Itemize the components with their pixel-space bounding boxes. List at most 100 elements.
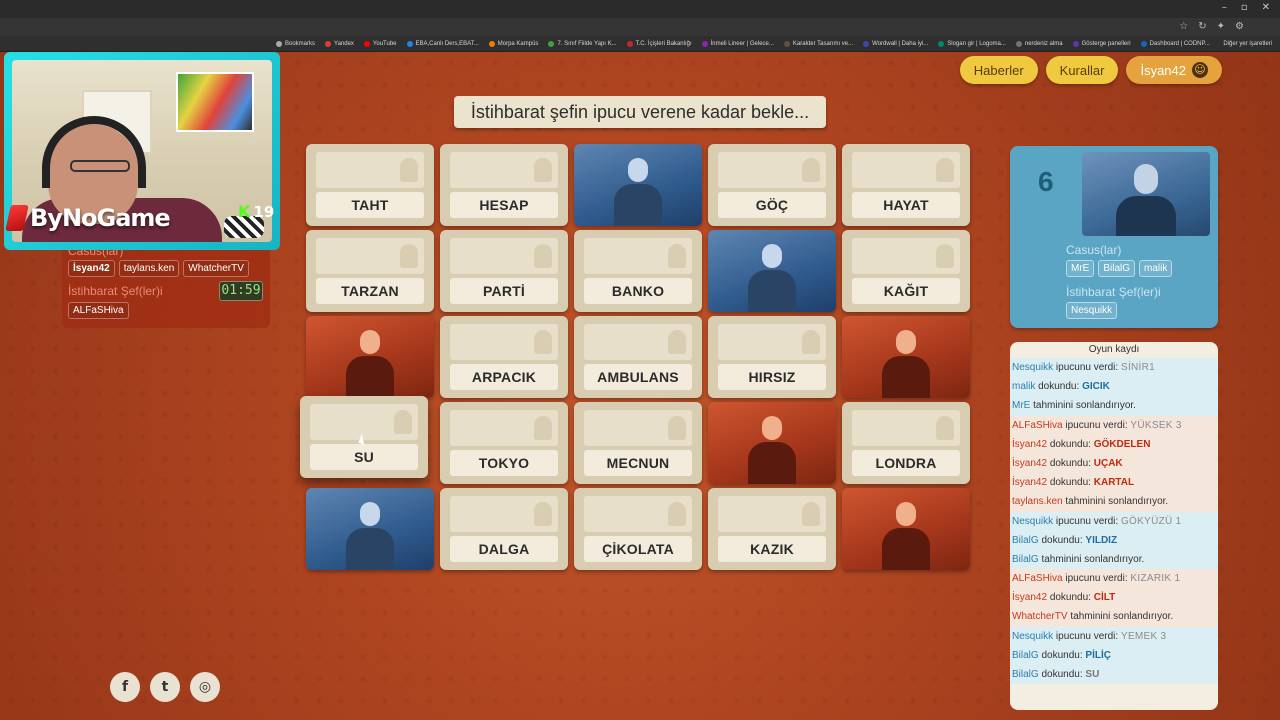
word-card[interactable]: MECNUN bbox=[574, 402, 702, 484]
bookmark-favicon-icon bbox=[548, 40, 555, 47]
bookmark-favicon-icon bbox=[406, 40, 413, 47]
bookmark-item[interactable]: Gösterge panelleri bbox=[1072, 40, 1131, 47]
player-tag: İsyan42 bbox=[68, 260, 115, 277]
log-player: MrE bbox=[1012, 400, 1031, 412]
red-agent-icon bbox=[882, 498, 930, 570]
log-hint: SİNİR1 bbox=[1120, 362, 1156, 373]
bookmark-item[interactable]: Karakter Tasarımı ve... bbox=[783, 40, 853, 47]
bookmark-item[interactable]: Yandex bbox=[325, 40, 354, 47]
bookmark-item[interactable]: YouTube bbox=[363, 40, 397, 47]
instagram-icon[interactable]: ◎ bbox=[190, 672, 220, 702]
bookmark-item[interactable]: Slogan gir | Logoma... bbox=[938, 40, 1006, 47]
streamer-logo: ByNoGame bbox=[5, 204, 171, 232]
bookmark-favicon-icon bbox=[863, 40, 870, 47]
red-operatives-list: İsyan42 taylans.ken WhatcherTV bbox=[68, 260, 249, 277]
log-entry: İsyan42 dokundu: UÇAK bbox=[1010, 453, 1218, 474]
bookmark-item[interactable]: 7. Sınıf Fiilde Yapı K... bbox=[548, 40, 617, 47]
word-card[interactable]: GÖÇ bbox=[708, 144, 836, 226]
player-tag: MrE bbox=[1066, 260, 1095, 277]
word-card[interactable]: TAHT bbox=[306, 144, 434, 226]
word-card[interactable]: TOKYO bbox=[440, 402, 568, 484]
maximize-icon[interactable]: ▫ bbox=[1241, 2, 1248, 13]
game-log[interactable]: Oyun kaydı Nesquikk ipucunu verdi: SİNİR… bbox=[1010, 342, 1218, 710]
bookmark-label: İnmeli Lineer | Gelece... bbox=[710, 40, 774, 47]
log-player: ALFaSHiva bbox=[1012, 419, 1063, 431]
log-action: tahminini sonlandırıyor. bbox=[1065, 496, 1169, 508]
log-action: dokundu: bbox=[1041, 534, 1083, 546]
bookmark-item[interactable]: Dashboard | CODNP... bbox=[1140, 40, 1210, 47]
log-player: Nesquikk bbox=[1012, 515, 1054, 527]
word-card[interactable]: PARTİ bbox=[440, 230, 568, 312]
word-card[interactable]: KAZIK bbox=[708, 488, 836, 570]
extension-icon[interactable]: ✦ bbox=[1217, 21, 1225, 32]
bookmark-item[interactable]: Wordwall | Daha iyi... bbox=[863, 40, 929, 47]
word-card[interactable]: HESAP bbox=[440, 144, 568, 226]
card-word: GÖÇ bbox=[718, 192, 826, 218]
refresh-icon[interactable]: ↻ bbox=[1198, 21, 1206, 32]
bookmark-label: Dashboard | CODNP... bbox=[1149, 40, 1210, 47]
facebook-icon[interactable]: f bbox=[110, 672, 140, 702]
settings-icon[interactable]: ⚙ bbox=[1235, 21, 1244, 32]
minimize-icon[interactable]: – bbox=[1222, 2, 1227, 13]
bookmark-favicon-icon bbox=[363, 40, 370, 47]
card-word: PARTİ bbox=[450, 278, 558, 304]
log-entry: İsyan42 dokundu: KARTAL bbox=[1010, 473, 1218, 493]
player-tag: BilalG bbox=[1098, 260, 1136, 277]
log-touched-word: GÖKDELEN bbox=[1093, 438, 1151, 450]
word-card[interactable]: BANKO bbox=[574, 230, 702, 312]
log-player: BilalG bbox=[1012, 649, 1039, 661]
word-card[interactable]: ARPACIK bbox=[440, 316, 568, 398]
card-portrait-slot bbox=[584, 324, 692, 360]
card-word: SU bbox=[310, 444, 418, 470]
red-agent-card bbox=[708, 402, 836, 484]
brand-name: ByNoGame bbox=[30, 204, 171, 232]
bookmark-label: Gösterge panelleri bbox=[1081, 40, 1131, 47]
card-portrait-slot bbox=[584, 410, 692, 446]
other-bookmarks[interactable]: Diğer yer işaretleri bbox=[1215, 36, 1280, 51]
bookmark-item[interactable]: T.C. İçişleri Bakanlığı bbox=[626, 40, 692, 47]
rules-button[interactable]: Kurallar bbox=[1045, 56, 1119, 84]
word-card[interactable]: HAYAT bbox=[842, 144, 970, 226]
bookmark-label: Wordwall | Daha iyi... bbox=[872, 40, 929, 47]
word-card[interactable]: LONDRA bbox=[842, 402, 970, 484]
word-card[interactable]: HIRSIZ bbox=[708, 316, 836, 398]
card-portrait-slot bbox=[450, 238, 558, 274]
brand-mark-icon bbox=[5, 205, 29, 231]
log-entry: MrE tahminini sonlandırıyor. bbox=[1010, 396, 1218, 416]
word-card[interactable]: ÇİKOLATA bbox=[574, 488, 702, 570]
card-portrait-slot bbox=[718, 324, 826, 360]
word-card[interactable]: DALGA bbox=[440, 488, 568, 570]
bookmark-item[interactable]: Bookmarks bbox=[276, 40, 315, 47]
bookmark-item[interactable]: Morpa Kampüs bbox=[488, 40, 538, 47]
word-card[interactable]: KAĞIT bbox=[842, 230, 970, 312]
log-action: tahminini sonlandırıyor. bbox=[1070, 611, 1174, 623]
bookmark-label: 7. Sınıf Fiilde Yapı K... bbox=[557, 40, 617, 47]
log-action: dokundu: bbox=[1049, 592, 1091, 604]
user-menu-button[interactable]: İsyan42 ☺ bbox=[1126, 56, 1222, 84]
word-card[interactable]: AMBULANS bbox=[574, 316, 702, 398]
bookmark-label: T.C. İçişleri Bakanlığı bbox=[635, 40, 692, 47]
status-banner: İstihbarat şefin ipucu verene kadar bekl… bbox=[454, 96, 826, 128]
red-agent-icon bbox=[346, 326, 394, 398]
log-player: İsyan42 bbox=[1012, 457, 1048, 469]
log-entry: ALFaSHiva ipucunu verdi: KIZARIK 1 bbox=[1010, 569, 1218, 589]
star-icon[interactable]: ☆ bbox=[1179, 21, 1188, 32]
blue-spymasters-label: İstihbarat Şef(ler)i bbox=[1066, 285, 1161, 299]
news-button[interactable]: Haberler bbox=[959, 56, 1038, 84]
bookmark-item[interactable]: EBA,Canlı Ders,EBAT... bbox=[406, 40, 479, 47]
card-word: KAZIK bbox=[718, 536, 826, 562]
player-tag: ALFaSHiva bbox=[68, 302, 129, 319]
log-entry: BilalG dokundu: YILDIZ bbox=[1010, 530, 1218, 550]
blue-team-panel: 6 Casus(lar) MrE BilalG malik İstihbarat Ş… bbox=[1010, 146, 1218, 328]
close-icon[interactable]: ✕ bbox=[1262, 2, 1270, 13]
bookmark-item[interactable]: nerdeniz alma bbox=[1015, 40, 1063, 47]
blue-remaining-count: 6 bbox=[1038, 166, 1054, 197]
word-card[interactable]: TARZAN bbox=[306, 230, 434, 312]
log-entry: BilalG tahminini sonlandırıyor. bbox=[1010, 549, 1218, 570]
log-entry: BilalG dokundu: SU bbox=[1010, 665, 1218, 685]
log-hint: YEMEK 3 bbox=[1120, 630, 1167, 642]
bookmark-item[interactable]: İnmeli Lineer | Gelece... bbox=[701, 40, 774, 47]
log-player: ALFaSHiva bbox=[1012, 573, 1063, 585]
twitter-icon[interactable]: t bbox=[150, 672, 180, 702]
log-player: malik bbox=[1012, 381, 1036, 393]
